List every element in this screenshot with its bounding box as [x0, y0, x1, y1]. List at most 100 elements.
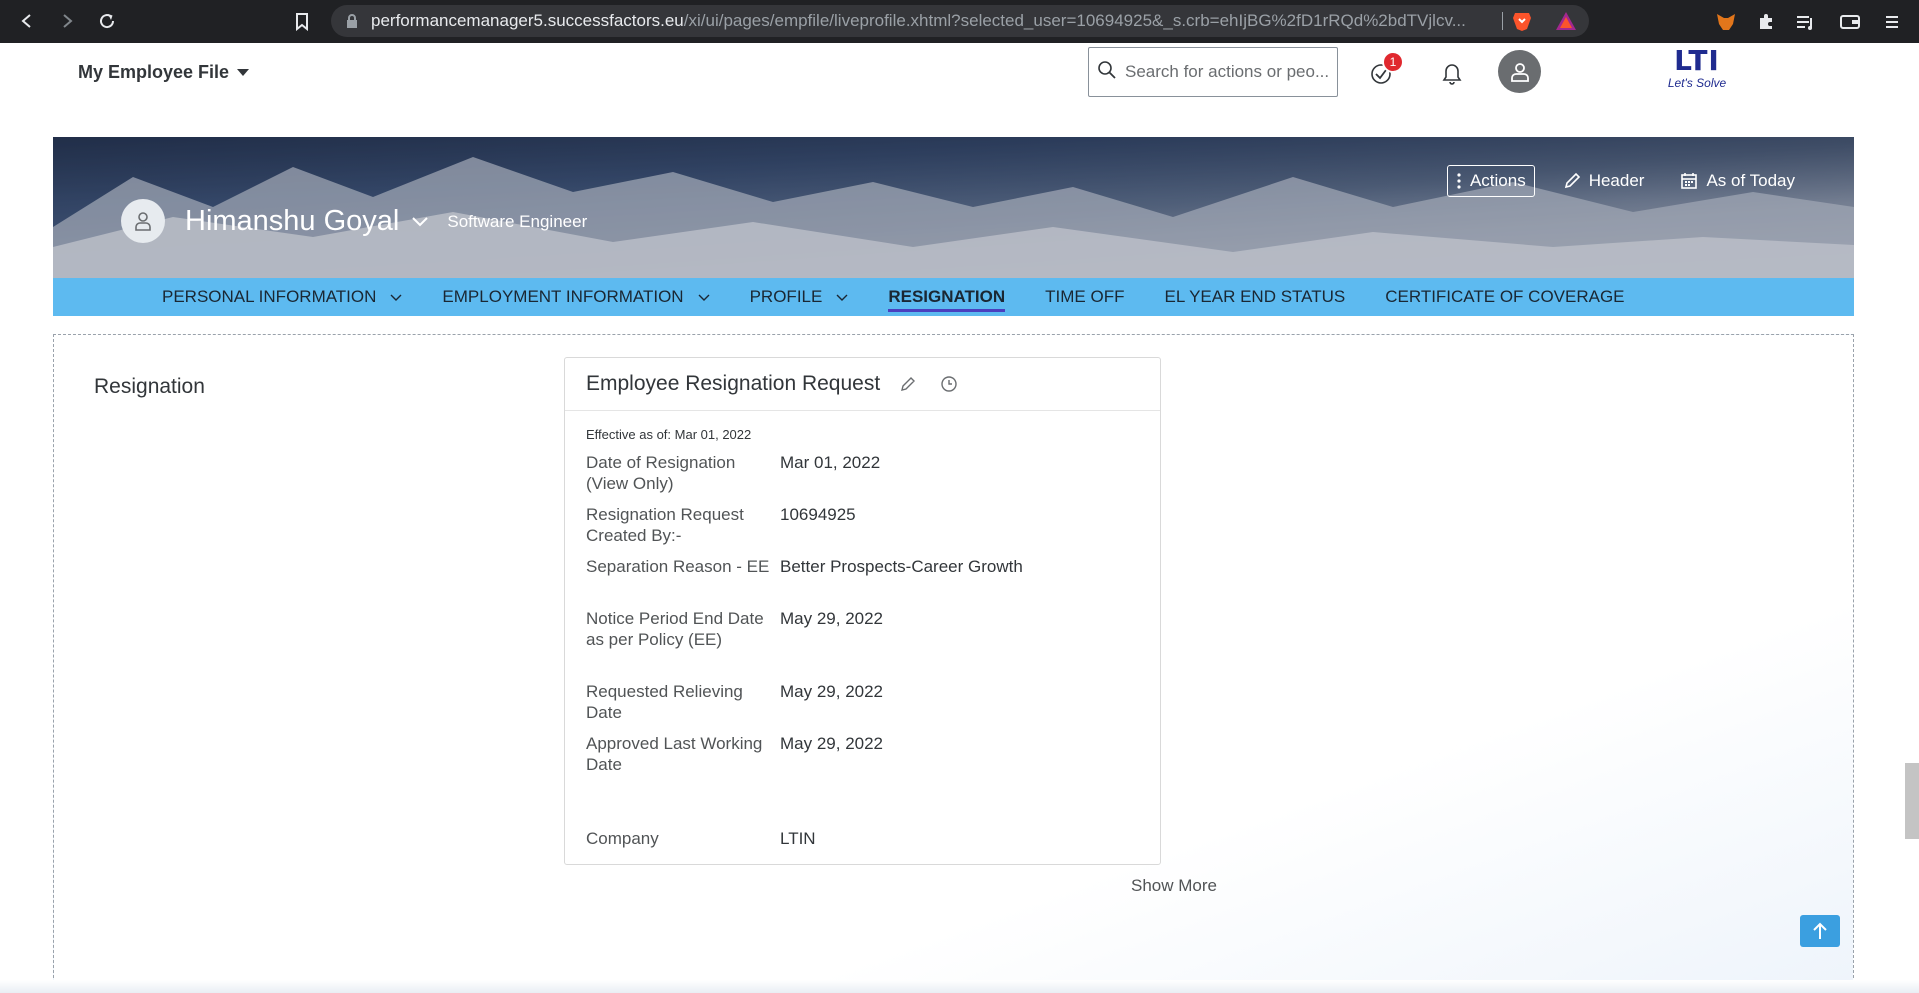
brave-shields-icon[interactable]	[1511, 10, 1533, 32]
todo-count-badge: 1	[1382, 51, 1404, 73]
tab-resignation[interactable]: RESIGNATION	[888, 278, 1005, 316]
arrow-up-icon	[1813, 922, 1827, 939]
field-row: Approved Last Working Date May 29, 2022	[586, 733, 1146, 775]
clock-icon[interactable]	[940, 375, 958, 393]
resignation-request-card: Employee Resignation Request Effective a…	[564, 357, 1161, 865]
field-value: May 29, 2022	[780, 609, 884, 628]
reload-icon[interactable]	[89, 3, 125, 39]
field-row: Notice Period End Date as per Policy (EE…	[586, 608, 1146, 650]
company-logo[interactable]: LTI Let's Solve	[1660, 46, 1734, 98]
tab-certificate-of-coverage[interactable]: CERTIFICATE OF COVERAGE	[1385, 278, 1624, 316]
tab-el-year-end-status[interactable]: EL YEAR END STATUS	[1164, 278, 1345, 316]
field-value: Mar 01, 2022	[780, 453, 881, 472]
actions-label: Actions	[1469, 171, 1526, 190]
as-of-date-button[interactable]: As of Today	[1672, 165, 1803, 197]
pencil-icon	[1564, 172, 1580, 189]
scroll-to-top-button[interactable]	[1800, 915, 1840, 947]
employee-identity: Himanshu Goyal Software Engineer	[121, 199, 587, 243]
field-value: 10694925	[780, 505, 856, 524]
page-bottom-edge	[0, 980, 1919, 993]
effective-date: Effective as of: Mar 01, 2022	[586, 427, 752, 442]
tab-employment-information[interactable]: EMPLOYMENT INFORMATION	[442, 278, 710, 316]
browser-toolbar: performancemanager5.successfactors.eu/xi…	[0, 0, 1919, 43]
job-title: Software Engineer	[447, 212, 588, 231]
field-row: Separation Reason - EE Better Prospects-…	[586, 556, 1146, 577]
employee-name: Himanshu Goyal	[185, 204, 400, 237]
profile-header-banner: Himanshu Goyal Software Engineer Actions…	[53, 137, 1854, 278]
show-more-link[interactable]: Show More	[1131, 876, 1217, 896]
page-scrollbar-thumb[interactable]	[1905, 763, 1919, 839]
header-actions: Actions Header As of Today	[1446, 165, 1803, 197]
search-input[interactable]	[1125, 62, 1335, 82]
edit-header-button[interactable]: Header	[1555, 165, 1653, 197]
field-label: Notice Period End Date as per Policy (EE…	[586, 609, 764, 649]
more-vertical-icon	[1457, 173, 1461, 189]
puzzle-extensions-icon[interactable]	[1752, 8, 1780, 36]
field-row: Date of Resignation (View Only) Mar 01, …	[586, 452, 1146, 494]
url-host: performancemanager5.successfactors.eu	[371, 11, 684, 30]
as-of-label: As of Today	[1706, 171, 1795, 190]
tab-profile[interactable]: PROFILE	[750, 278, 849, 316]
search-icon	[1097, 60, 1117, 85]
person-icon	[135, 212, 151, 231]
chevron-down-icon	[390, 287, 402, 307]
logo-tagline: Let's Solve	[1667, 76, 1727, 90]
brave-rewards-icon[interactable]	[1555, 11, 1577, 31]
app-header: My Employee File 1 LTI Let's Solve	[0, 43, 1919, 137]
reading-list-icon[interactable]	[1792, 8, 1820, 36]
field-label: Separation Reason - EE	[586, 557, 770, 576]
tab-label: TIME OFF	[1045, 287, 1125, 306]
tab-label: PROFILE	[749, 287, 823, 306]
logo-text: LTI	[1674, 44, 1720, 77]
chevron-down-icon[interactable]	[411, 215, 429, 233]
tab-label: EMPLOYMENT INFORMATION	[442, 287, 684, 306]
address-bar[interactable]: performancemanager5.successfactors.eu/xi…	[331, 5, 1589, 37]
field-value: LTIN	[780, 829, 816, 848]
search-box[interactable]	[1088, 47, 1338, 97]
field-value: May 29, 2022	[780, 682, 884, 701]
forward-arrow-icon[interactable]	[49, 3, 85, 39]
field-value: May 29, 2022	[780, 734, 884, 753]
page-title-menu[interactable]: My Employee File	[78, 62, 250, 83]
back-arrow-icon[interactable]	[9, 3, 45, 39]
lock-icon	[345, 14, 359, 28]
bookmark-icon[interactable]	[288, 8, 316, 36]
resignation-section: Resignation Employee Resignation Request…	[53, 334, 1854, 993]
tab-label: EL YEAR END STATUS	[1164, 287, 1346, 306]
field-label: Date of Resignation (View Only)	[586, 453, 736, 493]
card-header: Employee Resignation Request	[565, 358, 1160, 411]
url-path: /xi/ui/pages/empfile/liveprofile.xhtml?s…	[683, 11, 1466, 30]
caret-down-icon	[237, 69, 250, 76]
calendar-icon	[1681, 173, 1698, 189]
tab-label: RESIGNATION	[888, 287, 1006, 306]
tab-personal-information[interactable]: PERSONAL INFORMATION	[162, 278, 402, 316]
pencil-icon[interactable]	[900, 376, 916, 392]
wallet-icon[interactable]	[1836, 8, 1864, 36]
section-tabs: PERSONAL INFORMATION EMPLOYMENT INFORMAT…	[53, 278, 1854, 316]
field-value: Better Prospects-Career Growth	[780, 557, 1023, 576]
field-row: Resignation Request Created By:- 1069492…	[586, 504, 1146, 546]
bell-icon[interactable]	[1437, 59, 1467, 89]
actions-button[interactable]: Actions	[1446, 165, 1535, 197]
tab-time-off[interactable]: TIME OFF	[1045, 278, 1124, 316]
field-label: Resignation Request Created By:-	[586, 505, 744, 545]
tab-label: CERTIFICATE OF COVERAGE	[1385, 287, 1625, 306]
person-icon	[1510, 62, 1529, 82]
field-label: Approved Last Working Date	[586, 734, 763, 774]
header-label: Header	[1588, 171, 1645, 190]
tab-label: PERSONAL INFORMATION	[162, 287, 377, 306]
employee-avatar[interactable]	[121, 199, 165, 243]
metamask-extension-icon[interactable]	[1712, 8, 1740, 36]
chevron-down-icon	[698, 287, 710, 307]
card-title: Employee Resignation Request	[586, 372, 881, 395]
menu-icon[interactable]	[1878, 8, 1906, 36]
field-row: Requested Relieving Date May 29, 2022	[586, 681, 1146, 723]
field-label: Requested Relieving Date	[586, 682, 743, 722]
page-title: My Employee File	[78, 62, 230, 82]
chevron-down-icon	[836, 287, 848, 307]
user-avatar[interactable]	[1498, 50, 1541, 93]
section-title: Resignation	[94, 375, 205, 398]
field-label: Company	[586, 829, 659, 848]
field-row: Company LTIN	[586, 828, 1146, 849]
divider	[1502, 12, 1503, 30]
